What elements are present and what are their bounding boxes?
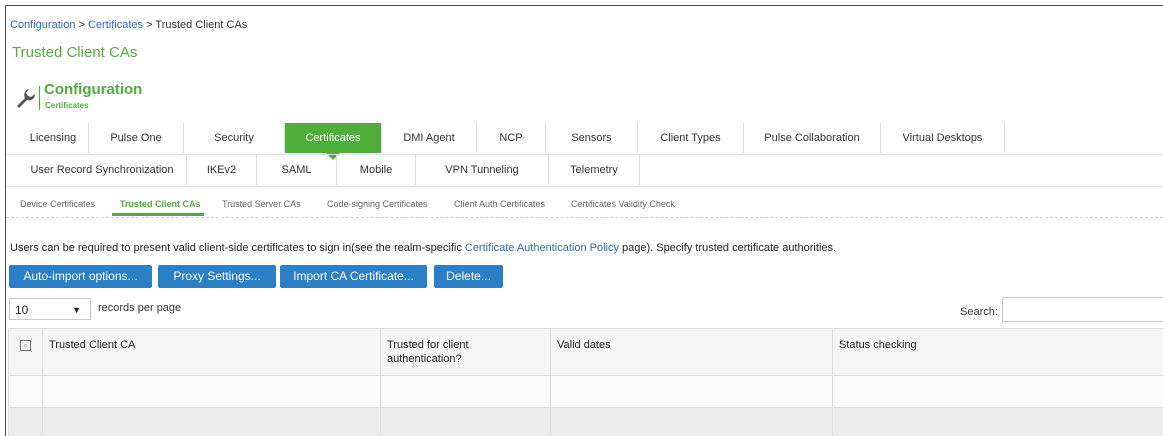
subtab-client-auth-certificates[interactable]: Client Auth Certificates	[454, 199, 545, 209]
table-cell	[9, 376, 43, 408]
tab-sensors[interactable]: Sensors	[546, 123, 638, 153]
tab-security[interactable]: Security	[184, 123, 285, 153]
subtab-trusted-client-cas[interactable]: Trusted Client CAs	[120, 199, 201, 209]
table-cell	[833, 408, 1163, 436]
table-cell	[9, 408, 43, 436]
import-ca-certificate-button[interactable]: Import CA Certificate...	[280, 265, 427, 288]
breadcrumb-configuration-link[interactable]: Configuration	[10, 19, 75, 31]
table-cell	[381, 408, 551, 436]
auto-import-options-button[interactable]: Auto-import options...	[9, 265, 152, 288]
column-trusted-for-client-auth[interactable]: Trusted for client authentication?	[381, 329, 551, 376]
description-before: Users can be required to present valid c…	[10, 242, 465, 254]
delete-button[interactable]: Delete...	[434, 265, 503, 288]
tab-virtual-desktops[interactable]: Virtual Desktops	[881, 123, 1005, 153]
description-text: Users can be required to present valid c…	[10, 242, 836, 254]
table-cell	[43, 376, 381, 408]
subtab-trusted-server-cas[interactable]: Trusted Server CAs	[222, 199, 301, 209]
tab-user-record-synchronization[interactable]: User Record Synchronization	[18, 155, 187, 185]
tab-saml[interactable]: SAML	[257, 155, 337, 185]
certificate-authentication-policy-link[interactable]: Certificate Authentication Policy	[465, 242, 619, 254]
trusted-client-ca-table: ▫ Trusted Client CA Trusted for client a…	[8, 328, 1163, 436]
table-cell	[381, 376, 551, 408]
header-divider	[39, 86, 40, 110]
table-cell	[551, 408, 833, 436]
active-subtab-indicator	[112, 213, 204, 216]
select-all-header[interactable]: ▫	[9, 329, 43, 376]
records-per-page-label: records per page	[98, 302, 181, 314]
tab-dmi-agent[interactable]: DMI Agent	[382, 123, 477, 153]
select-all-checkbox-icon[interactable]: ▫	[20, 340, 31, 351]
table-cell	[43, 408, 381, 436]
breadcrumb-separator: >	[146, 19, 152, 31]
page-size-select[interactable]: 10 ▼	[9, 298, 91, 320]
tab-row-divider	[6, 186, 1163, 187]
subtab-device-certificates[interactable]: Device Certificates	[20, 199, 95, 209]
breadcrumb: Configuration > Certificates > Trusted C…	[10, 19, 247, 31]
subtab-divider	[6, 217, 1163, 218]
breadcrumb-separator: >	[79, 19, 85, 31]
table-row	[9, 376, 1163, 408]
tab-client-types[interactable]: Client Types	[638, 123, 744, 153]
page-size-value: 10	[15, 303, 28, 317]
table-row	[9, 408, 1163, 436]
tab-licensing[interactable]: Licensing	[18, 123, 89, 153]
page-title: Trusted Client CAs	[12, 44, 137, 61]
proxy-settings-button[interactable]: Proxy Settings...	[158, 265, 276, 288]
chevron-down-icon: ▼	[72, 299, 81, 321]
breadcrumb-certificates-link[interactable]: Certificates	[88, 19, 143, 31]
tab-pulse-collaboration[interactable]: Pulse Collaboration	[744, 123, 881, 153]
search-input[interactable]	[1002, 297, 1163, 322]
tab-ncp[interactable]: NCP	[477, 123, 546, 153]
table-header-row: ▫ Trusted Client CA Trusted for client a…	[9, 329, 1163, 376]
description-after: page). Specify trusted certificate autho…	[619, 242, 836, 254]
tab-mobile[interactable]: Mobile	[337, 155, 416, 185]
column-valid-dates[interactable]: Valid dates	[551, 329, 833, 376]
column-status-checking[interactable]: Status checking	[833, 329, 1163, 376]
breadcrumb-current: Trusted Client CAs	[155, 19, 247, 31]
tab-pulse-one[interactable]: Pulse One	[89, 123, 184, 153]
table-cell	[551, 376, 833, 408]
wrench-icon	[14, 86, 38, 110]
table-cell	[833, 376, 1163, 408]
tab-vpn-tunneling[interactable]: VPN Tunneling	[416, 155, 549, 185]
column-trusted-client-ca[interactable]: Trusted Client CA	[43, 329, 381, 376]
tab-certificates[interactable]: Certificates	[285, 123, 382, 153]
section-title: Configuration	[44, 81, 142, 98]
search-label: Search:	[960, 306, 998, 318]
subtab-code-signing-certificates[interactable]: Code-signing Certificates	[327, 199, 428, 209]
main-frame: Configuration > Certificates > Trusted C…	[5, 5, 1163, 436]
subtab-certificates-validity-check[interactable]: Certificates Validity Check	[571, 199, 675, 209]
section-subtitle: Certificates	[45, 101, 89, 110]
tab-telemetry[interactable]: Telemetry	[549, 155, 640, 185]
tab-ikev2[interactable]: IKEv2	[187, 155, 257, 185]
